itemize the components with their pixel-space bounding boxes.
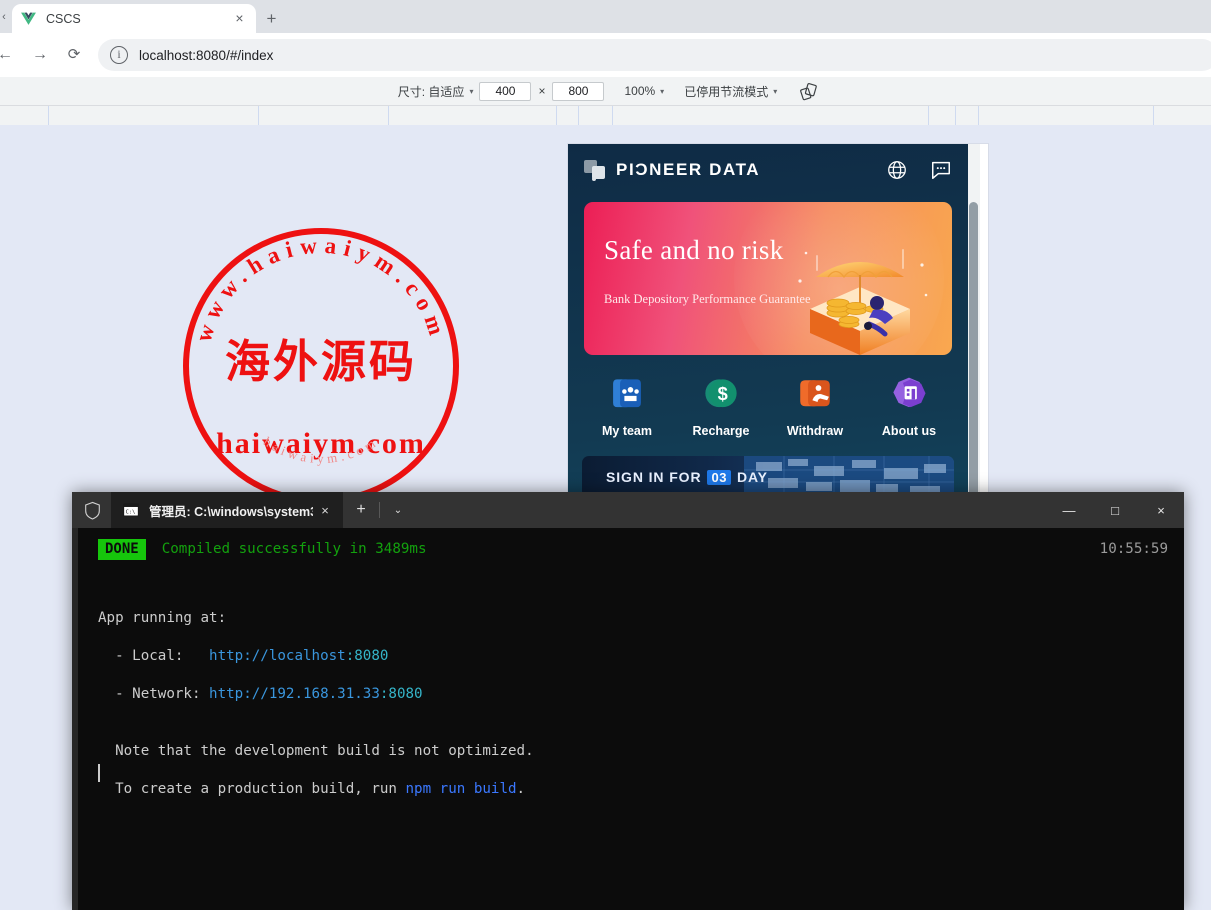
status-badge: DONE: [98, 539, 146, 560]
minimize-button[interactable]: —: [1046, 492, 1092, 528]
signin-prefix: SIGN IN FOR: [606, 469, 701, 485]
log-line-production-b: .: [517, 781, 526, 797]
reload-button[interactable]: ⟳: [62, 43, 86, 67]
back-button[interactable]: ←: [0, 43, 17, 67]
viewport-height-input[interactable]: 800: [552, 82, 604, 101]
log-label-local: - Local:: [98, 648, 209, 664]
devtools-ruler: [0, 106, 1211, 125]
chat-icon[interactable]: [930, 159, 952, 181]
nav-label: My team: [580, 424, 674, 438]
screen-root: ‹ CSCS × + ← → ⟳ i localhost:8080/#/inde…: [0, 0, 1211, 910]
chevron-down-icon: ▾: [660, 87, 664, 96]
svg-text:$: $: [718, 383, 728, 404]
browser-tab-close-icon[interactable]: ×: [231, 10, 248, 27]
log-url-local-port[interactable]: :8080: [346, 648, 389, 664]
browser-tabstrip: ‹ CSCS × +: [0, 0, 1211, 33]
nav-item-about-us[interactable]: About us: [862, 375, 956, 438]
app-brand-title: PIƆNEER DATA: [616, 160, 760, 180]
quick-nav-grid: My team $ Recharge: [580, 375, 956, 438]
log-url-network[interactable]: http://192.168.31.33: [209, 686, 380, 702]
nav-label: Withdraw: [768, 424, 862, 438]
vue-logo-icon: [20, 10, 37, 27]
building-icon: [888, 375, 930, 415]
browser-tab-title: CSCS: [46, 12, 231, 26]
terminal-status-line: DONE Compiled successfully in 3489ms 10:…: [98, 539, 1168, 560]
log-line-app-running: App running at:: [98, 610, 226, 626]
umbrella-coins-illustration: [776, 225, 944, 355]
nav-label: About us: [862, 424, 956, 438]
throttling-label: 已停用节流模式: [684, 83, 768, 100]
terminal-tab-close-icon[interactable]: ×: [313, 503, 337, 518]
throttling-selector[interactable]: 已停用节流模式 ▾: [678, 80, 783, 102]
console-icon: C:\: [123, 503, 139, 517]
site-info-icon[interactable]: i: [110, 46, 128, 64]
log-url-network-port[interactable]: :8080: [380, 686, 423, 702]
device-size-selector[interactable]: 尺寸: 自适应 ▾: [392, 80, 480, 102]
tabstrip-overflow-icon[interactable]: ‹: [0, 9, 12, 25]
signin-suffix: DAY: [737, 469, 768, 485]
zoom-label: 100%: [624, 84, 655, 98]
dimension-separator: ×: [531, 84, 552, 98]
withdraw-icon: [794, 375, 836, 415]
terminal-new-tab-button[interactable]: +: [343, 501, 379, 519]
log-url-local[interactable]: http://localhost: [209, 648, 346, 664]
terminal-window-controls: — □ ×: [1046, 492, 1184, 528]
maximize-button[interactable]: □: [1092, 492, 1138, 528]
terminal-log-block: App running at: - Local: http://localhos…: [98, 590, 534, 818]
zoom-selector[interactable]: 100% ▾: [618, 80, 670, 102]
promo-banner[interactable]: Safe and no risk Bank Depository Perform…: [584, 202, 952, 355]
browser-tab[interactable]: CSCS ×: [12, 4, 256, 33]
terminal-output-area[interactable]: DONE Compiled successfully in 3489ms 10:…: [72, 528, 1184, 910]
log-label-network: - Network:: [98, 686, 209, 702]
address-bar-url: localhost:8080/#/index: [139, 48, 273, 63]
log-command-build: npm run build: [406, 781, 517, 797]
app-header: PIƆNEER DATA: [568, 144, 968, 196]
viewport-width-input[interactable]: 400: [479, 82, 531, 101]
log-line-production-a: To create a production build, run: [98, 781, 406, 797]
terminal-clock: 10:55:59: [1100, 540, 1168, 559]
dollar-icon: $: [700, 375, 742, 415]
terminal-tab[interactable]: C:\ 管理员: C:\windows\system32 ×: [111, 492, 343, 528]
forward-button[interactable]: →: [28, 43, 52, 67]
rotate-device-icon[interactable]: [797, 80, 819, 102]
terminal-cursor: [98, 764, 100, 782]
device-scrollbar-thumb[interactable]: [969, 202, 978, 532]
globe-icon[interactable]: [886, 159, 908, 181]
team-icon: [606, 375, 648, 415]
log-line-note: Note that the development build is not o…: [98, 743, 534, 759]
banner-title: Safe and no risk: [604, 235, 784, 266]
nav-item-my-team[interactable]: My team: [580, 375, 674, 438]
chevron-down-icon: ▾: [469, 87, 473, 96]
device-size-label: 尺寸: 自适应: [398, 83, 465, 100]
app-header-actions: [886, 159, 952, 181]
address-bar[interactable]: i localhost:8080/#/index: [98, 39, 1211, 71]
windows-terminal-window: C:\ 管理员: C:\windows\system32 × + ⌄ — □ ×…: [72, 492, 1184, 910]
signin-days-badge: 03: [707, 470, 730, 485]
devtools-device-toolbar: 尺寸: 自适应 ▾ 400 × 800 100% ▾ 已停用节流模式 ▾: [0, 77, 1211, 106]
nav-item-withdraw[interactable]: Withdraw: [768, 375, 862, 438]
signin-streak-text: SIGN IN FOR 03 DAY: [606, 469, 768, 485]
terminal-tab-title: 管理员: C:\windows\system32: [149, 501, 313, 520]
nav-item-recharge[interactable]: $ Recharge: [674, 375, 768, 438]
nav-label: Recharge: [674, 424, 768, 438]
chevron-down-icon: ▾: [773, 87, 777, 96]
terminal-scrollbar[interactable]: [72, 528, 78, 910]
pioneer-logo-icon: [584, 160, 607, 181]
terminal-titlebar[interactable]: C:\ 管理员: C:\windows\system32 × + ⌄ — □ ×: [72, 492, 1184, 528]
browser-toolbar: ← → ⟳ i localhost:8080/#/index: [0, 33, 1211, 77]
status-message: Compiled successfully in 3489ms: [162, 540, 427, 559]
shield-icon: [84, 501, 101, 520]
chevron-down-icon[interactable]: ⌄: [380, 505, 416, 516]
close-button[interactable]: ×: [1138, 492, 1184, 528]
new-tab-button[interactable]: +: [258, 5, 285, 32]
svg-text:C:\: C:\: [126, 510, 136, 516]
